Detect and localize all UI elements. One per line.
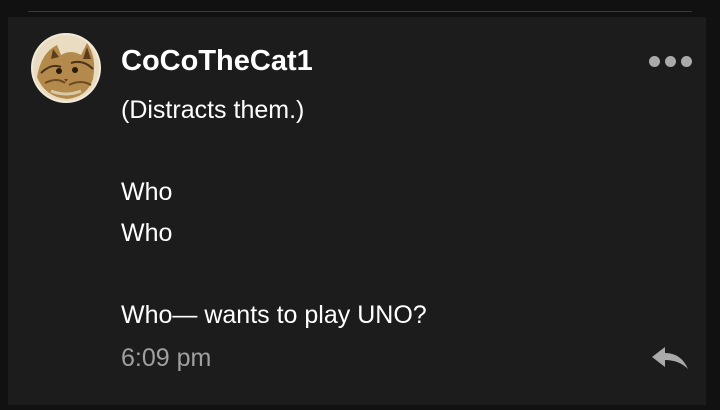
more-options-button[interactable] bbox=[646, 51, 694, 73]
avatar[interactable] bbox=[31, 33, 101, 103]
reply-button[interactable] bbox=[648, 343, 692, 373]
more-options-icon bbox=[665, 56, 676, 67]
top-divider bbox=[28, 11, 692, 12]
username[interactable]: CoCoTheCat1 bbox=[121, 43, 313, 79]
message-line: (Distracts them.) bbox=[121, 96, 305, 124]
message-line: Who— wants to play UNO? bbox=[121, 301, 427, 329]
more-options-icon bbox=[649, 56, 660, 67]
message-line: Who bbox=[121, 219, 173, 247]
timestamp: 6:09 pm bbox=[121, 344, 212, 372]
reply-icon bbox=[652, 347, 688, 369]
more-options-icon bbox=[681, 56, 692, 67]
message-line bbox=[121, 254, 427, 295]
message-line bbox=[121, 131, 427, 172]
message-line: Who bbox=[121, 178, 173, 206]
message-body: (Distracts them.) Who Who Who— wants to … bbox=[121, 90, 427, 336]
cat-avatar-image bbox=[31, 33, 101, 103]
